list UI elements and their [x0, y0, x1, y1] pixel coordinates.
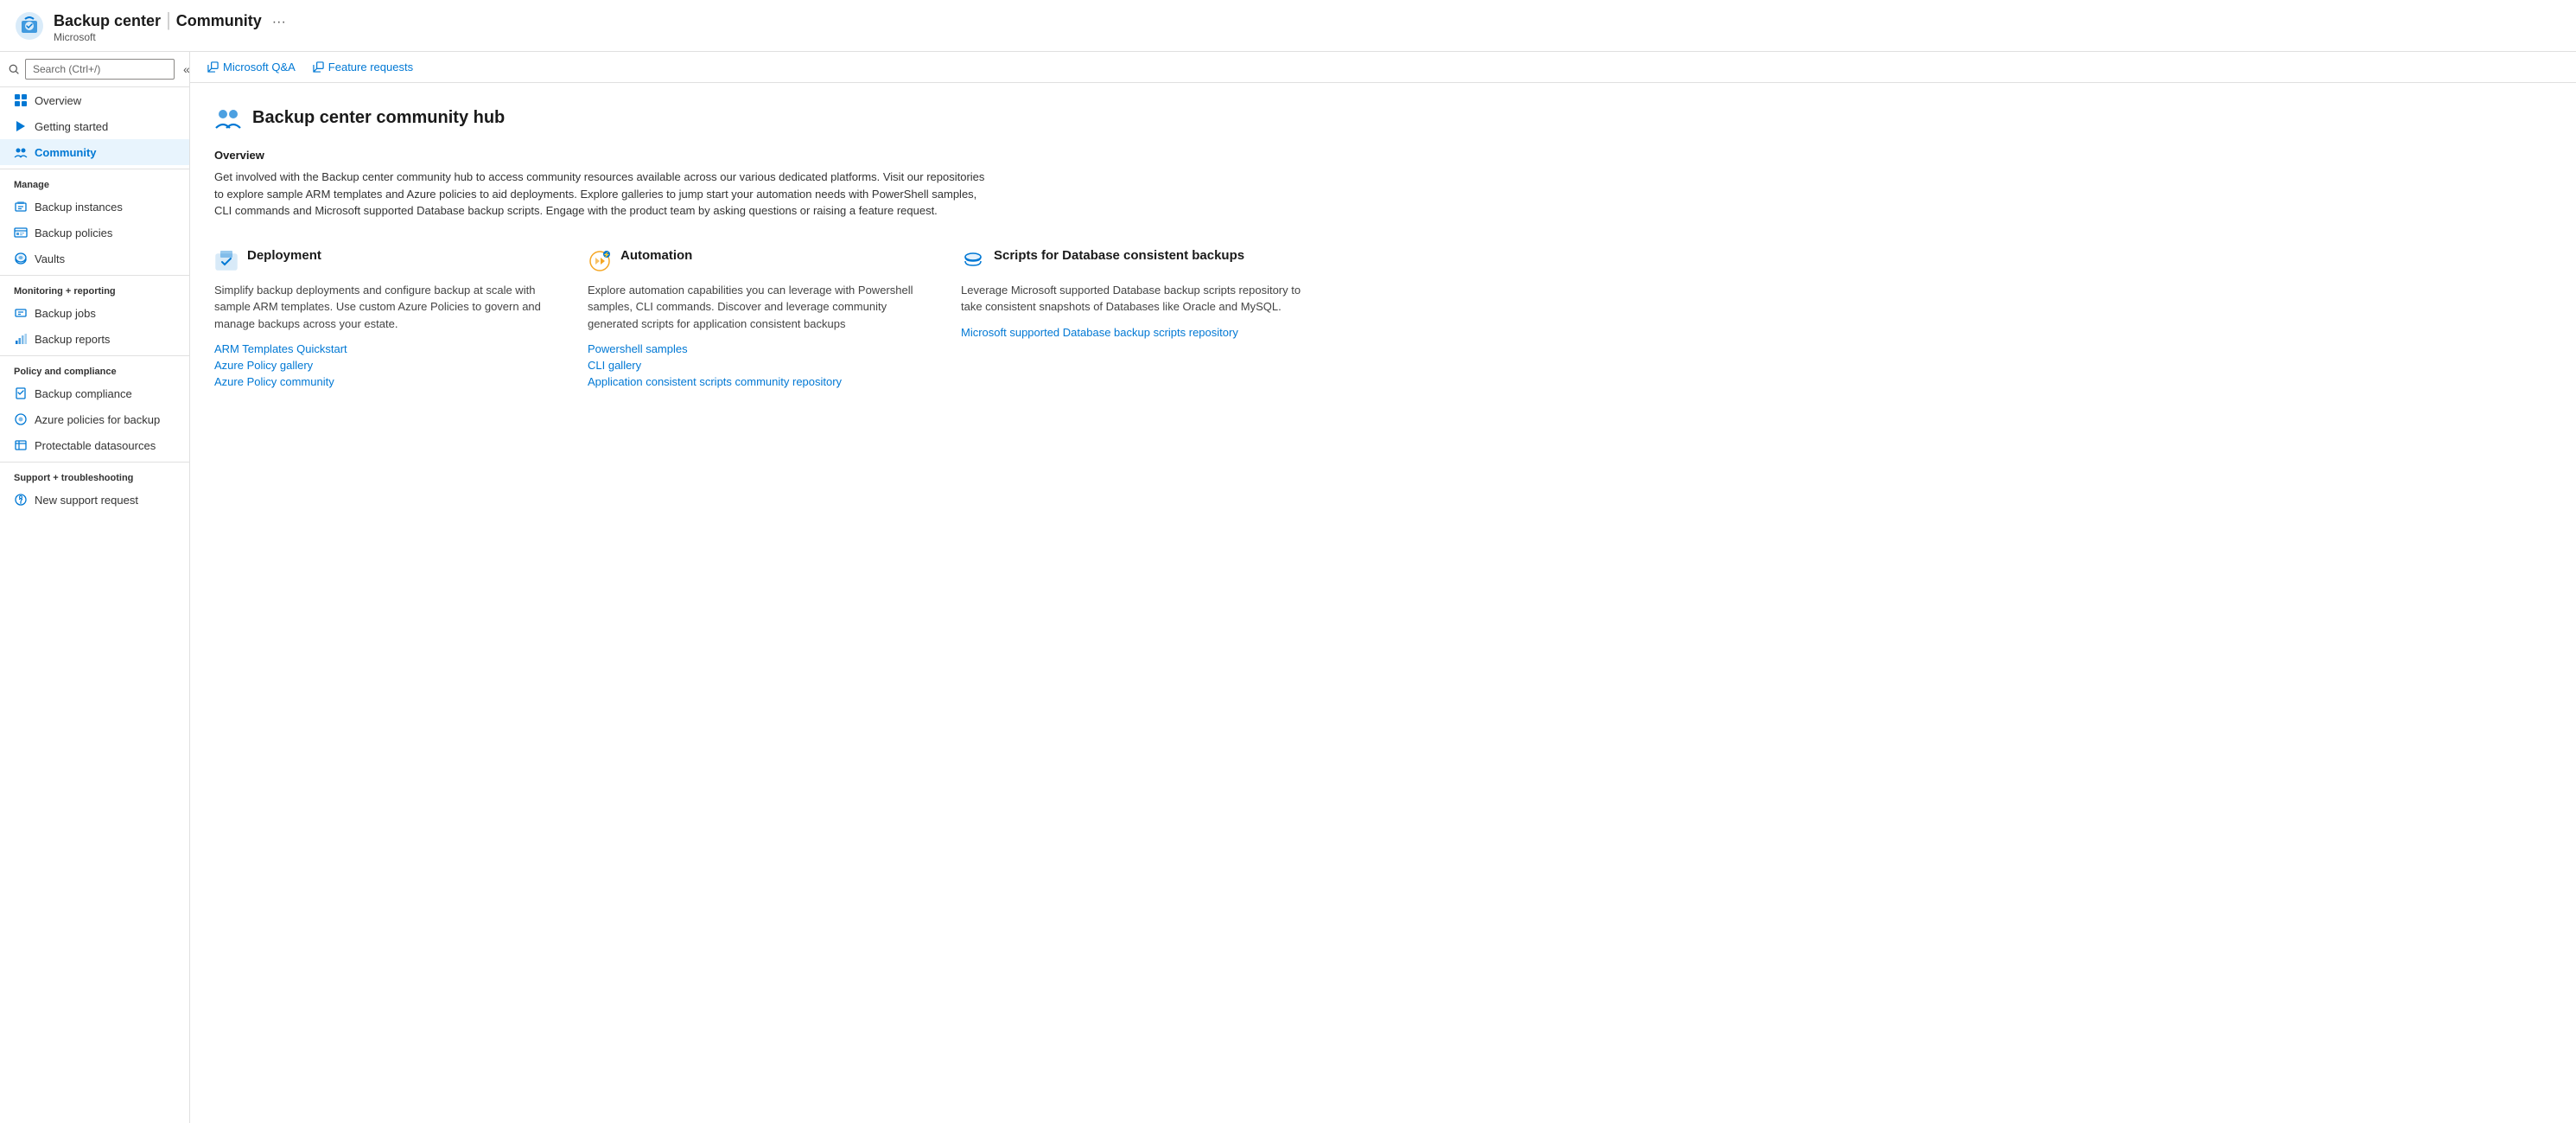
header-subtitle: Microsoft: [54, 31, 286, 43]
toolbar: Microsoft Q&A Feature requests: [190, 52, 2576, 83]
deployment-icon: [214, 249, 239, 273]
backup-reports-icon: [14, 332, 28, 346]
page-name: Community: [176, 12, 262, 30]
deployment-card-header: Deployment: [214, 247, 560, 273]
sidebar: « Overview Getting started: [0, 52, 190, 1123]
sidebar-item-azure-policies-label: Azure policies for backup: [35, 413, 160, 426]
ms-qa-label: Microsoft Q&A: [223, 61, 296, 73]
sidebar-item-overview[interactable]: Overview: [0, 87, 189, 113]
db-scripts-card-desc: Leverage Microsoft supported Database ba…: [961, 282, 1307, 316]
automation-card-desc: Explore automation capabilities you can …: [588, 282, 933, 333]
backup-policies-icon: [14, 226, 28, 239]
support-icon: [14, 493, 28, 507]
sidebar-item-backup-jobs[interactable]: Backup jobs: [0, 300, 189, 326]
automation-card: ⚡ Automation Explore automation capabili…: [588, 247, 933, 389]
search-bar: «: [0, 52, 189, 87]
sidebar-item-backup-jobs-label: Backup jobs: [35, 307, 96, 320]
section-policy-label: Policy and compliance: [0, 355, 189, 380]
page-title: Backup center community hub: [252, 108, 505, 128]
overview-section: Overview Get involved with the Backup ce…: [214, 149, 2552, 220]
search-icon: [9, 64, 20, 75]
svg-text:⚡: ⚡: [603, 251, 611, 258]
section-support-label: Support + troubleshooting: [0, 462, 189, 487]
nav-top: Overview Getting started Community: [0, 87, 189, 165]
page-hero: Backup center community hub: [214, 104, 2552, 131]
sidebar-item-new-support-request-label: New support request: [35, 494, 138, 507]
section-monitoring-label: Monitoring + reporting: [0, 275, 189, 300]
sidebar-item-backup-policies-label: Backup policies: [35, 227, 112, 239]
db-scripts-card: Scripts for Database consistent backups …: [961, 247, 1307, 389]
automation-card-header: ⚡ Automation: [588, 247, 933, 273]
azure-policies-icon: [14, 412, 28, 426]
sidebar-item-community[interactable]: Community: [0, 139, 189, 165]
backup-jobs-icon: [14, 306, 28, 320]
community-icon: [14, 145, 28, 159]
automation-icon: ⚡: [588, 249, 612, 273]
overview-icon: [14, 93, 28, 107]
ms-qa-link[interactable]: Microsoft Q&A: [207, 61, 296, 73]
automation-card-title: Automation: [620, 247, 692, 265]
sidebar-item-protectable-datasources[interactable]: Protectable datasources: [0, 432, 189, 458]
azure-policy-community-link[interactable]: Azure Policy community: [214, 375, 560, 388]
header-more[interactable]: ···: [272, 15, 286, 30]
backup-instances-icon: [14, 200, 28, 214]
external-link-icon: [207, 61, 219, 73]
app-name: Backup center: [54, 12, 161, 30]
feature-requests-link[interactable]: Feature requests: [313, 61, 413, 73]
db-scripts-card-header: Scripts for Database consistent backups: [961, 247, 1307, 273]
db-scripts-card-links: Microsoft supported Database backup scri…: [961, 326, 1307, 339]
header: Backup center | Community ··· Microsoft: [0, 0, 2576, 52]
sidebar-item-backup-compliance[interactable]: Backup compliance: [0, 380, 189, 406]
cards-row: Deployment Simplify backup deployments a…: [214, 247, 2552, 389]
deployment-card-desc: Simplify backup deployments and configur…: [214, 282, 560, 333]
sidebar-item-backup-reports-label: Backup reports: [35, 333, 110, 346]
community-hub-icon: [214, 104, 242, 131]
sidebar-item-backup-instances[interactable]: Backup instances: [0, 194, 189, 220]
sidebar-item-community-label: Community: [35, 146, 97, 159]
sidebar-item-protectable-datasources-label: Protectable datasources: [35, 439, 156, 452]
sidebar-item-getting-started-label: Getting started: [35, 120, 108, 133]
header-separator: |: [166, 9, 171, 31]
backup-compliance-icon: [14, 386, 28, 400]
overview-text: Get involved with the Backup center comm…: [214, 169, 992, 220]
deployment-card-links: ARM Templates Quickstart Azure Policy ga…: [214, 342, 560, 388]
cli-gallery-link[interactable]: CLI gallery: [588, 359, 933, 372]
section-manage-label: Manage: [0, 169, 189, 194]
app-consistent-scripts-link[interactable]: Application consistent scripts community…: [588, 375, 933, 388]
db-scripts-icon: [961, 249, 985, 273]
header-title-group: Backup center | Community ··· Microsoft: [54, 9, 286, 43]
sidebar-item-backup-reports[interactable]: Backup reports: [0, 326, 189, 352]
sidebar-item-backup-policies[interactable]: Backup policies: [0, 220, 189, 246]
sidebar-item-backup-compliance-label: Backup compliance: [35, 387, 132, 400]
vaults-icon: [14, 252, 28, 265]
deployment-card: Deployment Simplify backup deployments a…: [214, 247, 560, 389]
sidebar-item-vaults[interactable]: Vaults: [0, 246, 189, 271]
ms-db-scripts-link[interactable]: Microsoft supported Database backup scri…: [961, 326, 1307, 339]
external-link-icon-2: [313, 61, 324, 73]
sidebar-item-getting-started[interactable]: Getting started: [0, 113, 189, 139]
search-input[interactable]: [25, 59, 175, 80]
sidebar-item-azure-policies[interactable]: Azure policies for backup: [0, 406, 189, 432]
sidebar-item-backup-instances-label: Backup instances: [35, 201, 123, 214]
app-icon: [14, 10, 45, 41]
azure-policy-gallery-link[interactable]: Azure Policy gallery: [214, 359, 560, 372]
overview-label: Overview: [214, 149, 2552, 162]
arm-quickstart-link[interactable]: ARM Templates Quickstart: [214, 342, 560, 355]
sidebar-item-vaults-label: Vaults: [35, 252, 65, 265]
feature-requests-label: Feature requests: [328, 61, 413, 73]
collapse-button[interactable]: «: [180, 61, 190, 78]
main-content: Microsoft Q&A Feature requests: [190, 52, 2576, 1123]
protectable-datasources-icon: [14, 438, 28, 452]
powershell-samples-link[interactable]: Powershell samples: [588, 342, 933, 355]
sidebar-item-new-support-request[interactable]: New support request: [0, 487, 189, 513]
db-scripts-card-title: Scripts for Database consistent backups: [994, 247, 1244, 265]
automation-card-links: Powershell samples CLI gallery Applicati…: [588, 342, 933, 388]
content-area: Backup center community hub Overview Get…: [190, 83, 2576, 409]
deployment-card-title: Deployment: [247, 247, 321, 265]
getting-started-icon: [14, 119, 28, 133]
sidebar-item-overview-label: Overview: [35, 94, 81, 107]
